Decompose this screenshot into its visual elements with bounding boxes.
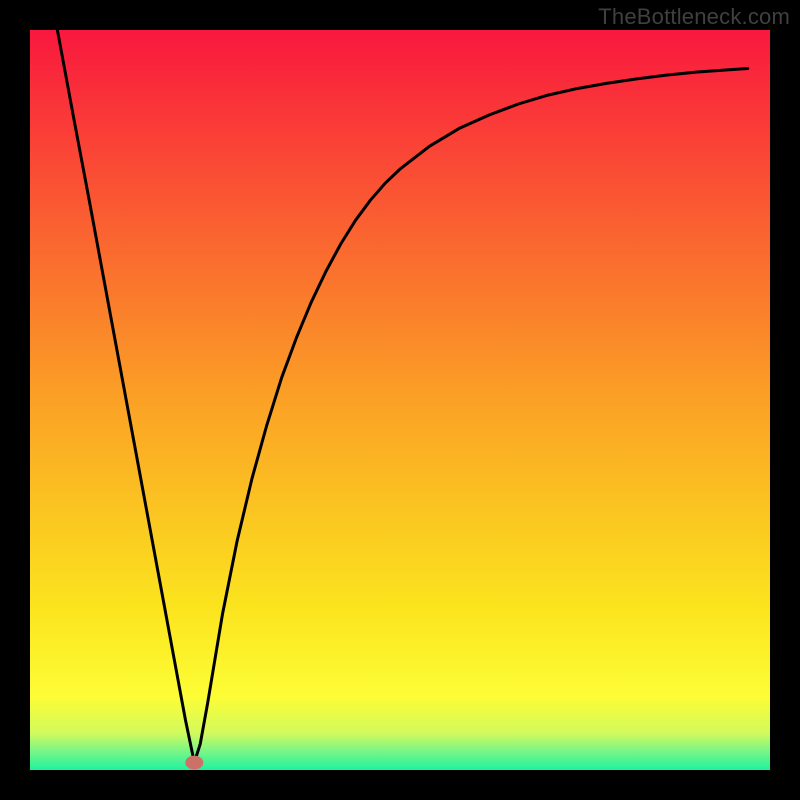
chart-container: TheBottleneck.com (0, 0, 800, 800)
optimal-point-marker (185, 756, 203, 770)
plot-background (30, 30, 770, 770)
watermark-text: TheBottleneck.com (598, 4, 790, 30)
bottleneck-chart (0, 0, 800, 800)
